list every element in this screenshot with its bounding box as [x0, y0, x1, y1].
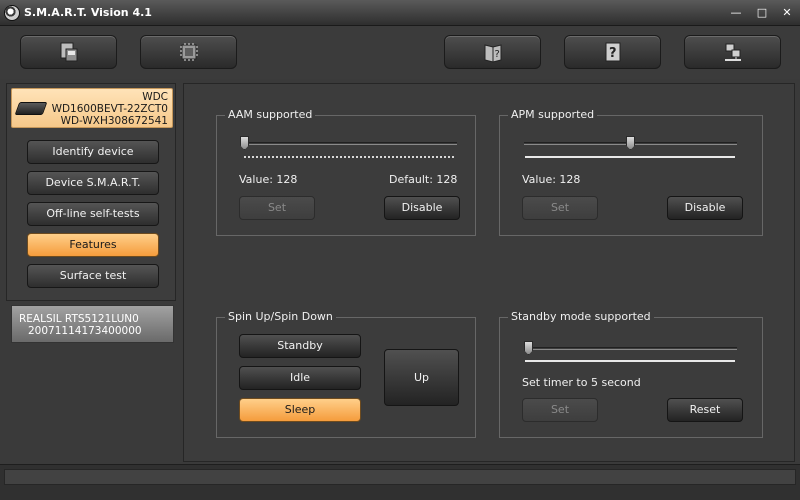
apm-legend: APM supported	[508, 108, 598, 121]
device-sidebar: WDC WD1600BEVT-22ZCT0 WD-WXH308672541 Id…	[6, 83, 176, 301]
title-bar: S.M.A.R.T. Vision 4.1 — □ ✕	[0, 0, 800, 26]
toolbar-button-save[interactable]	[20, 35, 117, 69]
status-bar	[0, 464, 800, 500]
app-icon	[4, 5, 20, 21]
sidebar-empty-area	[6, 348, 176, 460]
apm-slider-ticks	[525, 156, 735, 158]
standby-reset-button[interactable]: Reset	[667, 398, 743, 422]
spin-sleep-button[interactable]: Sleep	[239, 398, 361, 422]
standby-set-button[interactable]: Set	[522, 398, 598, 422]
spin-standby-button[interactable]: Standby	[239, 334, 361, 358]
toolbar-button-help[interactable]: ?	[564, 35, 661, 69]
svg-text:?: ?	[495, 49, 500, 60]
spin-legend: Spin Up/Spin Down	[225, 310, 336, 323]
aam-slider-ticks	[244, 155, 454, 158]
chip-icon	[180, 43, 198, 61]
aam-slider-track[interactable]	[244, 142, 457, 145]
device2-model: REALSIL RTS5121LUN0	[19, 313, 139, 325]
aam-group: AAM supported Value: 128 Default: 128 Se…	[216, 108, 476, 236]
standby-slider-track[interactable]	[524, 347, 737, 350]
maximize-button[interactable]: □	[753, 5, 771, 20]
apm-slider-thumb[interactable]	[626, 136, 635, 150]
toolbar-button-network[interactable]	[684, 35, 781, 69]
toolbar-button-chip[interactable]	[140, 35, 237, 69]
toolbar: ? ?	[0, 26, 800, 79]
spin-idle-button[interactable]: Idle	[239, 366, 361, 390]
standby-mode-group: Standby mode supported Set timer to 5 se…	[499, 310, 763, 438]
book-help-icon: ?	[484, 44, 502, 63]
aam-default: Default: 128	[389, 173, 458, 186]
standby-mode-legend: Standby mode supported	[508, 310, 654, 323]
apm-disable-button[interactable]: Disable	[667, 196, 743, 220]
nav-offline-self-tests[interactable]: Off-line self-tests	[27, 202, 159, 226]
apm-set-button[interactable]: Set	[522, 196, 598, 220]
device-serial: WD-WXH308672541	[60, 115, 168, 127]
standby-slider-ticks	[525, 360, 735, 362]
spin-up-button[interactable]: Up	[384, 349, 459, 406]
features-panel: AAM supported Value: 128 Default: 128 Se…	[183, 83, 795, 462]
apm-group: APM supported Value: 128 Set Disable	[499, 108, 763, 236]
save-drive-icon	[60, 42, 78, 62]
aam-value: Value: 128	[239, 173, 298, 186]
aam-set-button[interactable]: Set	[239, 196, 315, 220]
selected-device-card[interactable]: WDC WD1600BEVT-22ZCT0 WD-WXH308672541	[11, 88, 173, 128]
hard-disk-icon	[14, 102, 48, 115]
nav-identify-device[interactable]: Identify device	[27, 140, 159, 164]
svg-text:?: ?	[609, 46, 617, 61]
device-model: WD1600BEVT-22ZCT0	[51, 103, 168, 115]
device-vendor: WDC	[142, 91, 168, 103]
standby-timer-label: Set timer to 5 second	[522, 376, 641, 389]
nav-features[interactable]: Features	[27, 233, 159, 257]
status-bar-field	[4, 469, 796, 485]
aam-slider-thumb[interactable]	[240, 136, 249, 150]
network-icon	[725, 43, 741, 61]
spin-group: Spin Up/Spin Down Standby Idle Sleep Up	[216, 310, 476, 438]
close-button[interactable]: ✕	[778, 5, 796, 20]
window-title: S.M.A.R.T. Vision 4.1	[24, 6, 152, 19]
aam-disable-button[interactable]: Disable	[384, 196, 460, 220]
secondary-device-card[interactable]: REALSIL RTS5121LUN0 20071114173400000	[11, 305, 174, 343]
standby-slider-thumb[interactable]	[524, 341, 533, 355]
nav-surface-test[interactable]: Surface test	[27, 264, 159, 288]
device2-serial: 20071114173400000	[28, 325, 142, 337]
minimize-button[interactable]: —	[727, 5, 745, 20]
aam-legend: AAM supported	[225, 108, 316, 121]
apm-value: Value: 128	[522, 173, 581, 186]
question-icon: ?	[605, 42, 621, 62]
toolbar-button-book-help[interactable]: ?	[444, 35, 541, 69]
nav-device-smart[interactable]: Device S.M.A.R.T.	[27, 171, 159, 195]
